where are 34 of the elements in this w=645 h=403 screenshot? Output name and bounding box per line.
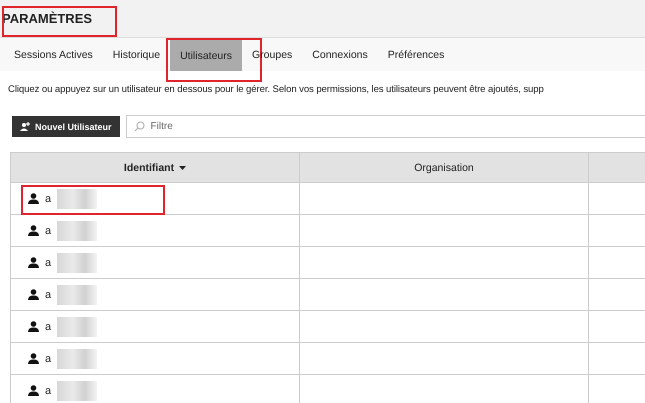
user-icon [28, 353, 39, 364]
user-icon [28, 193, 39, 204]
description-text: Cliquez ou appuyez sur un utilisateur en dessous pour le gérer. Selon vos permissions, les utilisateurs peuvent être ajoutés, supp [8, 84, 545, 95]
username-text[interactable]: a [45, 384, 52, 396]
username-text[interactable]: a [45, 192, 52, 204]
column-header[interactable]: Identifiant [10, 152, 300, 182]
tab[interactable]: Sessions Actives [4, 38, 103, 71]
filter-field[interactable]: Filtre [126, 115, 645, 138]
username-text[interactable]: a [45, 224, 52, 236]
user-icon [28, 225, 39, 236]
redacted-block [57, 188, 98, 208]
add-user-icon [20, 122, 31, 131]
search-icon [134, 121, 145, 132]
tab[interactable]: Historique [102, 38, 170, 71]
new-user-button[interactable]: Nouvel Utilisateur [12, 116, 120, 137]
redacted-block [57, 316, 98, 336]
user-icon [28, 385, 39, 396]
user-icon [28, 321, 39, 332]
column-header[interactable]: Organisation [300, 152, 588, 182]
user-icon [28, 257, 39, 268]
username-text[interactable]: a [45, 352, 52, 364]
page-title: PARAMÈTRES [2, 11, 92, 26]
user-icon [28, 289, 39, 300]
redacted-block [57, 348, 98, 368]
redacted-block [57, 380, 98, 400]
tab[interactable]: Connexions [302, 38, 378, 71]
redacted-block [57, 284, 98, 304]
username-text[interactable]: a [45, 256, 52, 268]
username-text[interactable]: a [45, 288, 52, 300]
redacted-block [57, 220, 98, 240]
redacted-block [57, 252, 98, 272]
username-text[interactable]: a [45, 320, 52, 332]
tab[interactable]: Préférences [378, 38, 454, 71]
tab[interactable]: Utilisateurs [170, 40, 242, 71]
